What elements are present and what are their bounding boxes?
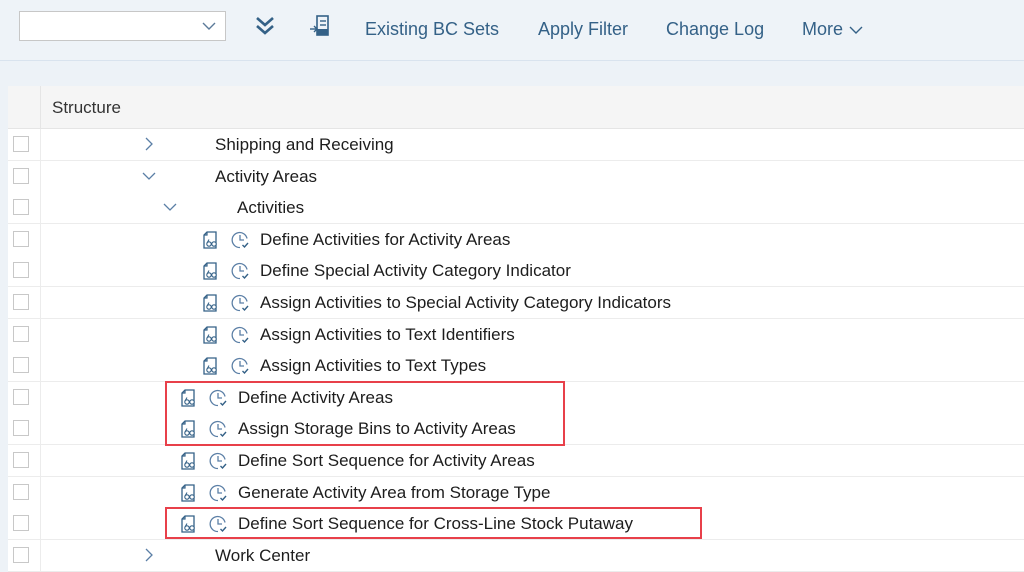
row-label[interactable]: Assign Activities to Text Identifiers [260, 325, 515, 345]
row-label[interactable]: Assign Activities to Text Types [260, 356, 486, 376]
row-checkbox[interactable] [13, 199, 29, 216]
documentation-icon[interactable] [201, 230, 221, 250]
table-row[interactable]: Assign Storage Bins to Activity Areas [8, 413, 1024, 446]
column-divider [40, 318, 41, 351]
row-checkbox[interactable] [13, 483, 29, 500]
row-checkbox[interactable] [13, 230, 29, 247]
chevron-down-icon[interactable] [163, 200, 177, 214]
row-checkbox[interactable] [13, 420, 29, 437]
column-divider [40, 223, 41, 256]
table-row[interactable]: Define Sort Sequence for Cross-Line Stoc… [8, 508, 1024, 541]
row-label[interactable]: Assign Storage Bins to Activity Areas [238, 419, 516, 439]
column-divider [40, 86, 41, 128]
row-checkbox[interactable] [13, 136, 29, 152]
row-label[interactable]: Define Sort Sequence for Cross-Line Stoc… [238, 514, 633, 534]
documentation-icon[interactable] [201, 261, 221, 281]
column-divider [40, 160, 41, 193]
more-button[interactable]: More [802, 18, 863, 40]
execute-activity-icon[interactable] [230, 325, 250, 345]
row-label: Work Center [215, 545, 311, 565]
table-header: Structure [8, 86, 1024, 129]
column-divider [40, 381, 41, 414]
row-checkbox[interactable] [13, 546, 29, 563]
import-icon[interactable] [308, 14, 332, 38]
documentation-icon[interactable] [179, 388, 199, 408]
table-row[interactable]: Assign Activities to Special Activity Ca… [8, 287, 1024, 319]
chevron-down-icon [849, 26, 863, 35]
row-label[interactable]: Define Activities for Activity Areas [260, 230, 510, 250]
column-divider [40, 350, 41, 383]
documentation-icon[interactable] [201, 325, 221, 345]
execute-activity-icon[interactable] [230, 230, 250, 250]
column-divider [40, 129, 41, 161]
table-row[interactable]: Generate Activity Area from Storage Type [8, 476, 1024, 509]
row-label: Activities [237, 198, 305, 218]
row-label[interactable]: Define Sort Sequence for Activity Areas [238, 451, 535, 471]
toolbar: Existing BC Sets Apply Filter Change Log… [0, 0, 1024, 61]
more-button-label: More [802, 19, 844, 39]
column-divider [40, 287, 41, 319]
execute-activity-icon[interactable] [208, 451, 228, 471]
documentation-icon[interactable] [201, 293, 221, 313]
column-divider [40, 445, 41, 477]
column-divider [40, 508, 41, 541]
structure-column-header: Structure [52, 98, 121, 117]
column-divider [40, 255, 41, 288]
expand-all-icon[interactable] [253, 14, 277, 38]
column-divider [40, 476, 41, 509]
row-checkbox[interactable] [13, 357, 29, 374]
row-label[interactable]: Assign Activities to Special Activity Ca… [260, 293, 671, 313]
row-checkbox[interactable] [13, 167, 29, 184]
change-log-button[interactable]: Change Log [666, 18, 764, 40]
table-row[interactable]: Define Activity Areas [8, 381, 1024, 414]
documentation-icon[interactable] [179, 514, 199, 534]
row-checkbox[interactable] [13, 452, 29, 468]
table-row[interactable]: Activities [8, 192, 1024, 225]
execute-activity-icon[interactable] [230, 261, 250, 281]
existing-bc-sets-button[interactable]: Existing BC Sets [365, 18, 499, 40]
table-row[interactable]: Activity Areas [8, 160, 1024, 193]
row-label[interactable]: Define Activity Areas [238, 388, 393, 408]
column-divider [40, 539, 41, 572]
execute-activity-icon[interactable] [208, 419, 228, 439]
table-row[interactable]: Define Sort Sequence for Activity Areas [8, 445, 1024, 477]
documentation-icon[interactable] [179, 483, 199, 503]
table-row[interactable]: Define Activities for Activity Areas [8, 223, 1024, 256]
chevron-right-icon[interactable] [142, 548, 156, 562]
documentation-icon[interactable] [179, 419, 199, 439]
execute-activity-icon[interactable] [208, 483, 228, 503]
chevron-down-icon[interactable] [142, 169, 156, 183]
table-row[interactable]: Work Center [8, 539, 1024, 572]
documentation-icon[interactable] [201, 356, 221, 376]
structure-select[interactable] [19, 11, 226, 41]
column-divider [40, 413, 41, 446]
row-label: Activity Areas [215, 166, 318, 186]
execute-activity-icon[interactable] [208, 388, 228, 408]
table-row[interactable]: Define Special Activity Category Indicat… [8, 255, 1024, 288]
execute-activity-icon[interactable] [230, 356, 250, 376]
row-checkbox[interactable] [13, 294, 29, 310]
row-checkbox[interactable] [13, 388, 29, 405]
table-row[interactable]: Assign Activities to Text Types [8, 350, 1024, 383]
row-label[interactable]: Define Special Activity Category Indicat… [260, 261, 571, 281]
structure-table: Structure Shipping and Receiving Activity… [8, 86, 1024, 572]
row-checkbox[interactable] [13, 515, 29, 532]
apply-filter-button[interactable]: Apply Filter [538, 18, 628, 40]
execute-activity-icon[interactable] [208, 514, 228, 534]
table-row[interactable]: Shipping and Receiving [8, 129, 1024, 161]
row-checkbox[interactable] [13, 262, 29, 279]
row-label: Shipping and Receiving [215, 135, 394, 154]
row-label[interactable]: Generate Activity Area from Storage Type [238, 483, 550, 503]
documentation-icon[interactable] [179, 451, 199, 471]
chevron-down-icon [202, 22, 216, 30]
row-checkbox[interactable] [13, 325, 29, 342]
column-divider [40, 192, 41, 225]
table-row[interactable]: Assign Activities to Text Identifiers [8, 318, 1024, 351]
chevron-right-icon[interactable] [142, 137, 156, 151]
execute-activity-icon[interactable] [230, 293, 250, 313]
